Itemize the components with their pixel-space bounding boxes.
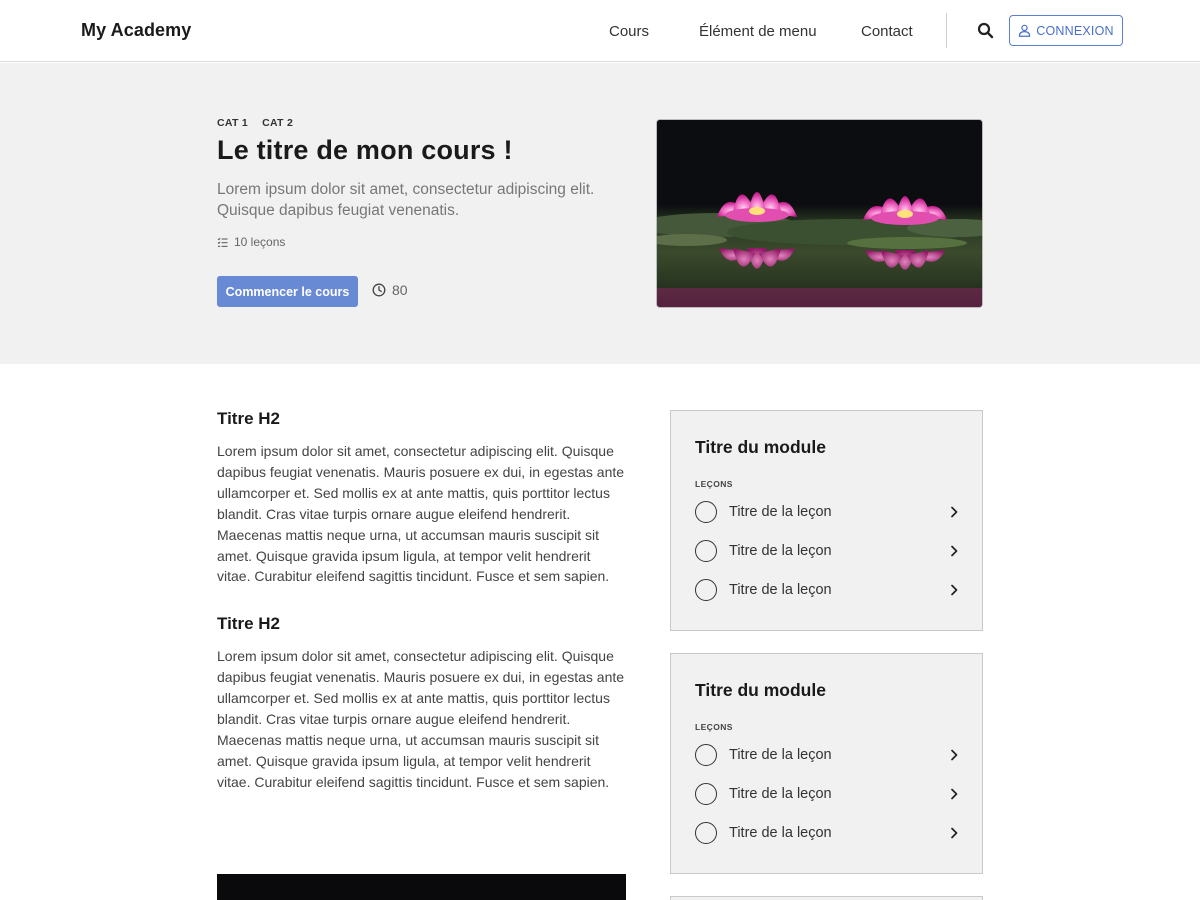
lesson-item[interactable]: Titre de la leçon — [695, 578, 961, 602]
category-tag[interactable]: CAT 1 — [217, 117, 248, 129]
lesson-title: Titre de la leçon — [729, 786, 832, 802]
lesson-title: Titre de la leçon — [729, 543, 832, 559]
chevron-right-icon — [951, 788, 958, 800]
login-label: CONNEXION — [1036, 23, 1114, 38]
section-heading: Titre H2 — [217, 409, 280, 428]
lesson-title: Titre de la leçon — [729, 825, 832, 841]
lesson-item[interactable]: Titre de la leçon — [695, 782, 961, 806]
chevron-right-icon — [951, 827, 958, 839]
chevron-right-icon — [951, 545, 958, 557]
lesson-status-icon — [695, 783, 717, 805]
course-duration: 80 — [372, 282, 408, 298]
category-list: CAT 1 CAT 2 — [217, 117, 293, 129]
section-text: Lorem ipsum dolor sit amet, consectetur … — [217, 648, 625, 790]
module-title: Titre du module — [695, 680, 826, 700]
module-card: Titre du module LEÇONS Titre de la leçon… — [670, 653, 983, 874]
lesson-status-icon — [695, 579, 717, 601]
brand-logo[interactable]: My Academy — [81, 20, 191, 41]
course-title: Le titre de mon cours ! — [217, 135, 513, 165]
nav-divider — [946, 13, 947, 48]
lesson-item[interactable]: Titre de la leçon — [695, 821, 961, 845]
lesson-title: Titre de la leçon — [729, 504, 832, 520]
site-header: My Academy Cours Élément de menu Contact… — [0, 0, 1200, 62]
lesson-status-icon — [695, 822, 717, 844]
course-description: Lorem ipsum dolor sit amet, consectetur … — [217, 181, 595, 219]
user-icon — [1019, 24, 1031, 37]
lessons-count: 10 leçons — [217, 235, 285, 249]
list-icon — [217, 237, 228, 247]
login-button[interactable]: CONNEXION — [1009, 15, 1123, 46]
lessons-label: LEÇONS — [695, 479, 733, 489]
category-tag[interactable]: CAT 2 — [262, 117, 293, 129]
chevron-right-icon — [951, 584, 958, 596]
nav-item-menu[interactable]: Élément de menu — [699, 23, 817, 40]
lesson-status-icon — [695, 501, 717, 523]
course-content: Titre H2 Lorem ipsum dolor sit amet, con… — [217, 409, 627, 820]
course-hero: CAT 1 CAT 2 Le titre de mon cours ! Lore… — [0, 63, 1200, 364]
video-player[interactable] — [217, 874, 626, 900]
lessons-count-label: 10 leçons — [234, 235, 286, 249]
duration-value: 80 — [392, 282, 408, 298]
start-course-button[interactable]: Commencer le cours — [217, 276, 358, 307]
lesson-item[interactable]: Titre de la leçon — [695, 500, 961, 524]
section-text: Lorem ipsum dolor sit amet, consectetur … — [217, 443, 625, 585]
search-icon[interactable] — [976, 21, 996, 41]
section-heading: Titre H2 — [217, 614, 280, 634]
content-section: Titre H2 Lorem ipsum dolor sit amet, con… — [217, 614, 627, 792]
module-card-partial — [670, 896, 983, 900]
module-title: Titre du module — [695, 437, 826, 457]
lesson-item[interactable]: Titre de la leçon — [695, 539, 961, 563]
clock-icon — [372, 283, 386, 297]
course-cover-image — [656, 119, 983, 308]
lesson-title: Titre de la leçon — [729, 582, 832, 598]
nav-item-cours[interactable]: Cours — [609, 23, 649, 40]
nav-item-contact[interactable]: Contact — [861, 23, 913, 40]
chevron-right-icon — [951, 506, 958, 518]
lesson-item[interactable]: Titre de la leçon — [695, 743, 961, 767]
content-section: Titre H2 Lorem ipsum dolor sit amet, con… — [217, 409, 627, 587]
lesson-status-icon — [695, 540, 717, 562]
module-card: Titre du module LEÇONS Titre de la leçon… — [670, 410, 983, 631]
chevron-right-icon — [951, 749, 958, 761]
lesson-status-icon — [695, 744, 717, 766]
lesson-title: Titre de la leçon — [729, 747, 832, 763]
lessons-label: LEÇONS — [695, 722, 733, 732]
